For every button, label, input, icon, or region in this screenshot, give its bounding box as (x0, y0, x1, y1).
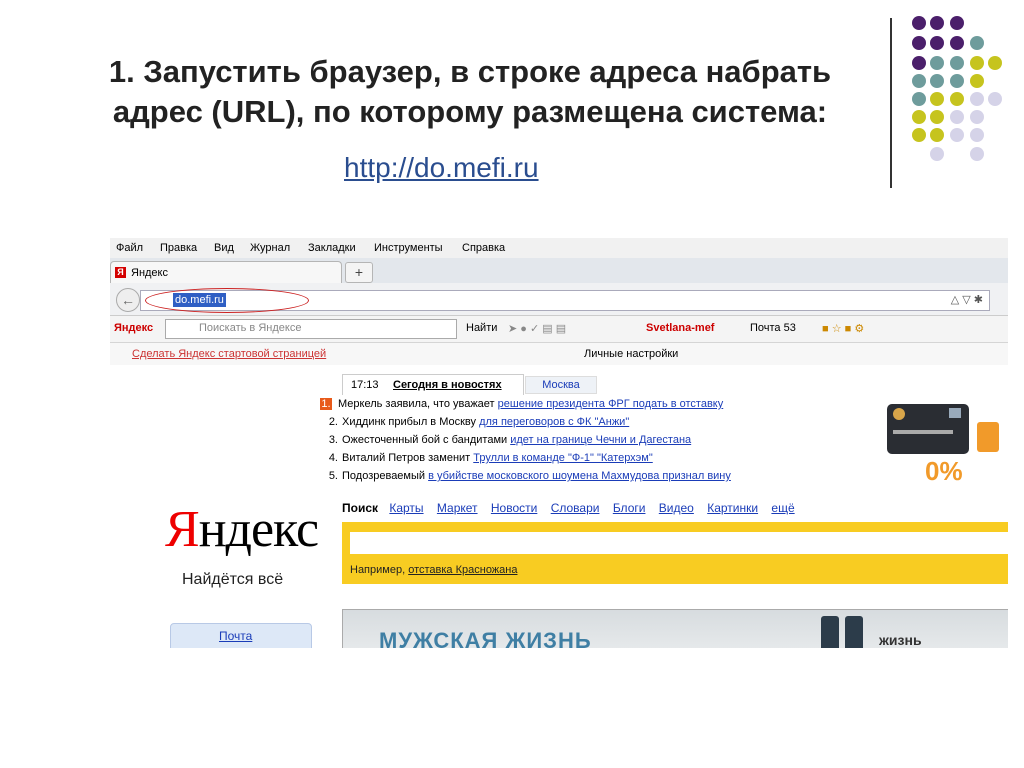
news-item: 2. Хиддинк прибыл в Москву для переговоро… (320, 416, 629, 428)
news-item: 4. Виталий Петров заменит Трулли в команд… (320, 452, 653, 464)
tab-label: Яндекс (131, 267, 168, 279)
service-dictionaries[interactable]: Словари (551, 501, 600, 515)
toolbar-extra-icons[interactable]: ■ ☆ ■ ⚙ (822, 322, 864, 335)
address-bar[interactable]: do.mefi.ru △ ▽ ✱ (140, 288, 990, 313)
mail-counter[interactable]: Почта 53 (750, 322, 796, 334)
tab-moscow[interactable]: Москва (525, 376, 597, 394)
highlight-oval (145, 288, 309, 313)
product-bottle-icon (845, 616, 863, 648)
url-bar-controls-icon[interactable]: △ ▽ ✱ (951, 293, 983, 306)
make-start-link[interactable]: Сделать Яндекс стартовой страницей (132, 348, 326, 360)
yandex-toolbar-label[interactable]: Яндекс (114, 322, 153, 334)
service-news[interactable]: Новости (491, 501, 537, 515)
service-video[interactable]: Видео (659, 501, 694, 515)
menu-view[interactable]: Вид (214, 242, 234, 254)
slide-title: 1. Запустить браузер, в строке адреса на… (40, 52, 900, 132)
news-number: 2. (328, 416, 338, 428)
example-link[interactable]: отставка Красножана (408, 564, 517, 576)
menu-file[interactable]: Файл (116, 242, 143, 254)
new-tab-button[interactable]: + (345, 262, 373, 283)
slogan: Найдётся всё (182, 571, 284, 588)
menu-bar: Файл Правка Вид Журнал Закладки Инструме… (110, 238, 1008, 258)
yandex-logo[interactable]: Яндекс (165, 500, 319, 559)
service-market[interactable]: Маркет (437, 501, 478, 515)
address-text: do.mefi.ru (173, 293, 226, 307)
yandex-favicon-icon: Я (115, 267, 126, 278)
banner-right-text: жизнь (879, 632, 922, 648)
news-item: 3. Ожесточенный бой с бандитами идет на г… (320, 434, 691, 446)
news-number: 4. (328, 452, 338, 464)
ad-card-banner[interactable]: 0% (885, 398, 1005, 488)
news-link[interactable]: в убийстве московского шоумена Махмудова… (428, 470, 731, 482)
news-item: 5. Подозреваемый в убийстве московского ш… (320, 470, 731, 482)
yandex-toolbar-search[interactable]: Поискать в Яндексе (165, 319, 457, 339)
news-link[interactable]: решение президента ФРГ подать в отставку (498, 398, 724, 410)
yandex-toolbar: Яндекс Поискать в Яндексе Найти ➤ ● ✓ ▤ … (110, 316, 1008, 343)
slide-url-link[interactable]: http://do.mefi.ru (344, 152, 539, 184)
yandex-search-placeholder: Поискать в Яндексе (199, 322, 302, 334)
service-maps[interactable]: Карты (389, 501, 423, 515)
tab-bar: Я Яндекс + (110, 258, 1008, 284)
service-images[interactable]: Картинки (707, 501, 758, 515)
logo-first-letter: Я (165, 501, 200, 558)
tab-news-today[interactable]: 17:13 Сегодня в новостях (342, 374, 524, 395)
user-label[interactable]: Svetlana-mef (646, 322, 714, 334)
slide-title-line2: адрес (URL), по которому размещена систе… (112, 94, 828, 129)
news-link[interactable]: для переговоров с ФК "Анжи" (479, 416, 629, 428)
toolbar-icons[interactable]: ➤ ● ✓ ▤ ▤ (508, 322, 566, 335)
tab-yandex[interactable]: Я Яндекс (110, 261, 342, 284)
search-example: Например, отставка Красножана (350, 564, 518, 576)
news-time: 17:13 (351, 379, 379, 391)
menu-help[interactable]: Справка (462, 242, 505, 254)
mail-link[interactable]: Почта (219, 629, 252, 643)
search-label: Поиск (342, 501, 379, 515)
ad-banner[interactable]: МУЖСКАЯ ЖИЗНЬ жизнь (342, 609, 1008, 648)
find-button[interactable]: Найти (466, 322, 497, 334)
menu-history[interactable]: Журнал (250, 242, 290, 254)
logo-rest: ндекс (198, 501, 319, 558)
page-top-bar: Сделать Яндекс стартовой страницей Личны… (110, 343, 1008, 365)
back-button[interactable]: ← (116, 288, 140, 312)
search-input[interactable] (350, 532, 1008, 554)
menu-tools[interactable]: Инструменты (374, 242, 443, 254)
news-item: 1. Меркель заявила, что уважает решение п… (320, 398, 724, 410)
divider-line (890, 18, 892, 188)
personal-settings-link[interactable]: Личные настройки (584, 348, 678, 360)
mail-widget[interactable]: Почта (170, 623, 312, 648)
menu-bookmarks[interactable]: Закладки (308, 242, 356, 254)
browser-screenshot: Файл Правка Вид Журнал Закладки Инструме… (110, 238, 1008, 648)
slide-title-line1: 1. Запустить браузер, в строке адреса на… (108, 54, 832, 89)
news-link[interactable]: идет на границе Чечни и Дагестана (510, 434, 691, 446)
card-percent: 0% (925, 456, 963, 486)
news-number: 1. (320, 398, 332, 410)
news-number: 5. (328, 470, 338, 482)
banner-text: МУЖСКАЯ ЖИЗНЬ (379, 628, 592, 648)
navigation-bar: ← do.mefi.ru △ ▽ ✱ (110, 283, 1008, 316)
menu-edit[interactable]: Правка (160, 242, 197, 254)
search-box: Например, отставка Красножана (342, 522, 1008, 584)
search-services: Поиск Карты Маркет Новости Словари Блоги… (342, 501, 805, 515)
product-bottle-icon (821, 616, 839, 648)
news-link[interactable]: Трулли в команде "Ф-1" "Катерхэм" (473, 452, 653, 464)
service-more[interactable]: ещё (771, 501, 794, 515)
service-blogs[interactable]: Блоги (613, 501, 646, 515)
news-tab-label: Сегодня в новостях (393, 379, 502, 391)
news-number: 3. (328, 434, 338, 446)
